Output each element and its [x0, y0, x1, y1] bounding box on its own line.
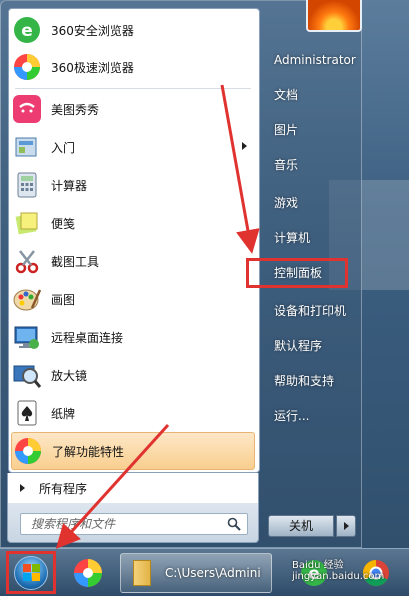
arrow-to-start-button [55, 423, 170, 549]
arrow-to-control-panel [220, 84, 260, 254]
annotation-arrows [55, 84, 260, 549]
